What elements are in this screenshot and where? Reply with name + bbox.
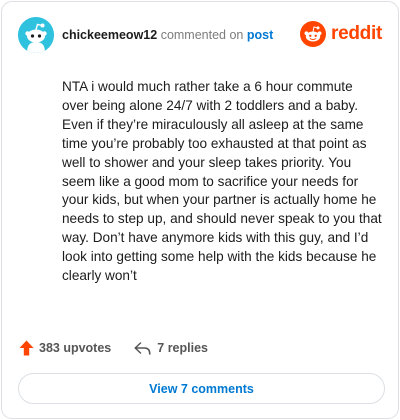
view-comments-button[interactable]: View 7 comments (18, 373, 385, 404)
header-action-text: commented on (160, 28, 244, 42)
user-avatar[interactable] (18, 17, 54, 53)
post-link[interactable]: post (247, 28, 273, 42)
reply-arrow-icon (134, 341, 151, 355)
username-link[interactable]: chickeemeow12 (62, 28, 157, 42)
upvote-count: 383 upvotes (39, 341, 112, 355)
comment-body: NTA i would much rather take a 6 hour co… (62, 79, 382, 284)
comment-actions: 383 upvotes 7 replies (19, 340, 208, 356)
reddit-logo[interactable]: reddit (300, 21, 382, 47)
reddit-logo-icon (300, 21, 327, 47)
reddit-wordmark: reddit (331, 23, 382, 44)
comment-card: chickeemeow12 commented on post reddit N… (1, 1, 399, 419)
replies-count: 7 replies (157, 341, 208, 355)
snoo-avatar-icon (18, 17, 54, 53)
comment-header: chickeemeow12 commented on post (62, 28, 273, 42)
upvote-arrow-icon (19, 340, 34, 356)
replies-button[interactable]: 7 replies (134, 341, 208, 355)
upvote-button[interactable]: 383 upvotes (19, 340, 111, 356)
